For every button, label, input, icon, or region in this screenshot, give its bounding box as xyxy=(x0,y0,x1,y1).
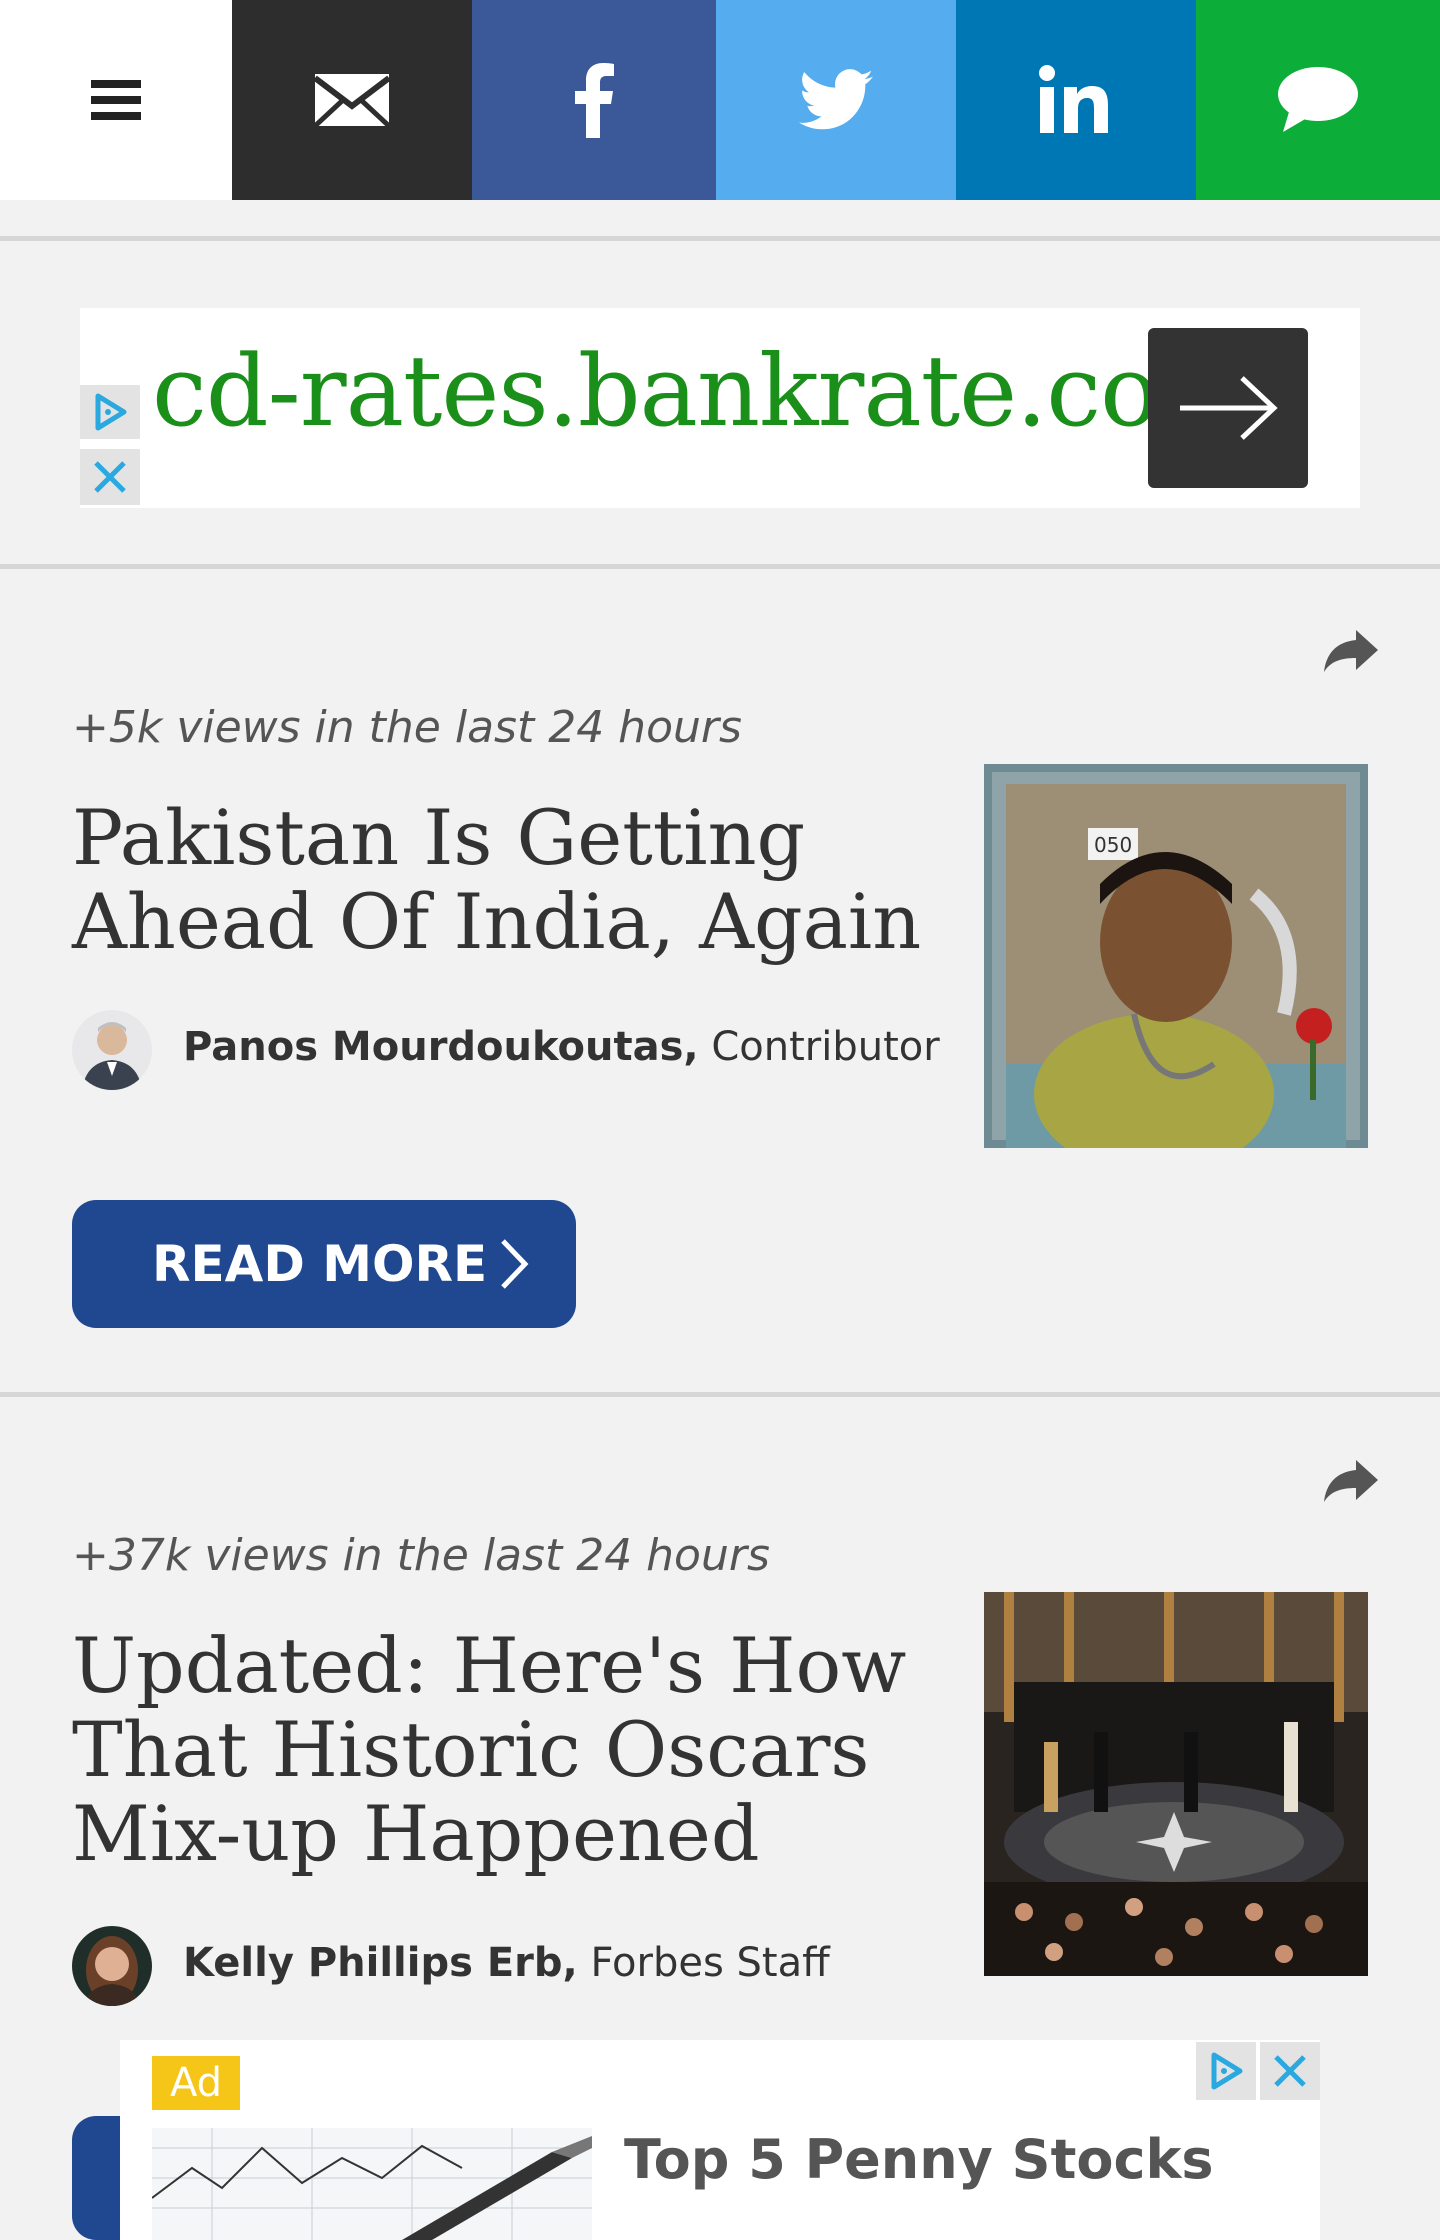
share-bar xyxy=(0,0,1440,200)
email-share-button[interactable] xyxy=(232,0,472,200)
view-count: +37k views in the last 24 hours xyxy=(72,1530,770,1581)
author-name[interactable]: Kelly Phillips Erb, xyxy=(183,1940,578,1986)
article-thumbnail[interactable]: 050 xyxy=(984,764,1368,1148)
article-title[interactable]: Pakistan Is Getting Ahead Of India, Agai… xyxy=(72,796,932,964)
read-more-button[interactable]: READ MORE xyxy=(72,1200,576,1328)
adchoices-icon xyxy=(1211,2052,1243,2090)
ad-url-link[interactable]: cd-rates.bankrate.com xyxy=(152,335,1251,449)
chevron-right-icon xyxy=(501,1239,529,1289)
facebook-share-button[interactable] xyxy=(472,0,716,200)
share-icon[interactable] xyxy=(1322,628,1380,674)
close-icon xyxy=(1274,2055,1306,2087)
view-count: +5k views in the last 24 hours xyxy=(72,702,742,753)
ad-choices-button[interactable] xyxy=(80,385,140,439)
author-name[interactable]: Panos Mourdoukoutas, xyxy=(183,1024,699,1070)
linkedin-share-button[interactable] xyxy=(956,0,1196,200)
ad-badge: Ad xyxy=(152,2056,240,2110)
ad-choices-button[interactable] xyxy=(1196,2042,1256,2100)
arrow-right-icon xyxy=(1180,376,1278,440)
share-icon[interactable] xyxy=(1322,1458,1380,1504)
email-icon xyxy=(315,74,389,126)
ad-go-button[interactable] xyxy=(1148,328,1308,488)
article-thumbnail[interactable] xyxy=(984,1592,1368,1976)
ad-image[interactable] xyxy=(152,2128,592,2240)
read-more-label: READ MORE xyxy=(152,1235,488,1293)
ad-close-button[interactable] xyxy=(1260,2042,1320,2100)
sms-share-button[interactable] xyxy=(1196,0,1440,200)
byline: Panos Mourdoukoutas, Contributor xyxy=(183,1024,940,1070)
divider xyxy=(0,564,1440,569)
close-icon xyxy=(94,461,126,493)
svg-text:050: 050 xyxy=(1094,833,1132,857)
author-role: Contributor xyxy=(711,1024,940,1070)
adchoices-icon xyxy=(95,393,127,431)
ad-title[interactable]: Top 5 Penny Stocks xyxy=(624,2128,1214,2191)
facebook-icon xyxy=(575,63,614,138)
linkedin-icon xyxy=(1039,65,1108,133)
twitter-share-button[interactable] xyxy=(716,0,956,200)
menu-button[interactable] xyxy=(0,0,232,200)
article-title[interactable]: Updated: Here's How That Historic Oscars… xyxy=(72,1624,932,1876)
avatar[interactable] xyxy=(72,1926,152,2006)
byline: Kelly Phillips Erb, Forbes Staff xyxy=(183,1940,830,1986)
menu-icon xyxy=(91,80,141,120)
divider xyxy=(0,1392,1440,1397)
ad-close-button[interactable] xyxy=(80,449,140,505)
author-role: Forbes Staff xyxy=(590,1940,830,1986)
twitter-icon xyxy=(799,69,873,130)
avatar[interactable] xyxy=(72,1010,152,1090)
divider xyxy=(0,236,1440,241)
sms-icon xyxy=(1278,67,1358,132)
